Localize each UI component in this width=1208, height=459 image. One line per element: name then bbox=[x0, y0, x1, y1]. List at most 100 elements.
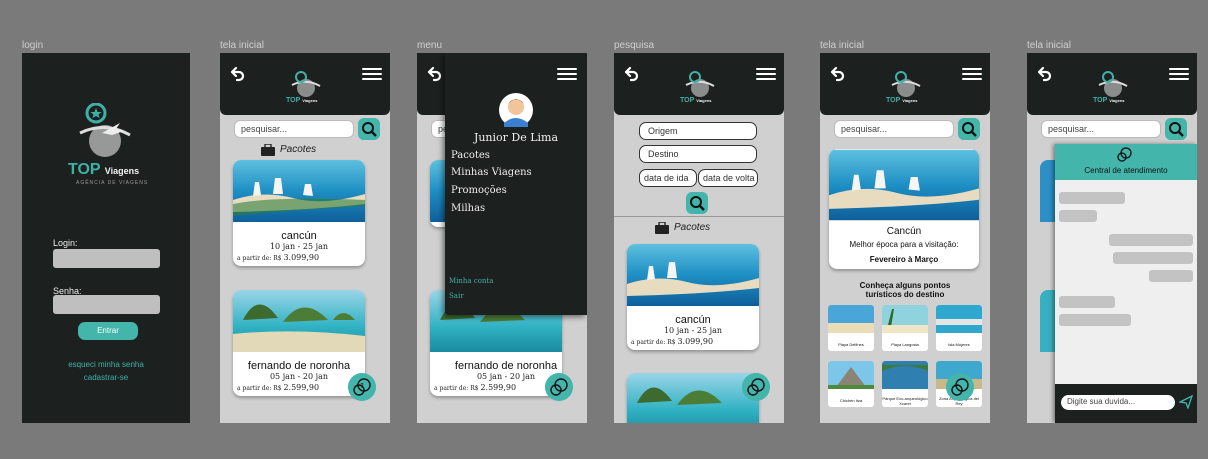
detail-screen: TOP Viagens pesquisar... Cancún Melhor é… bbox=[820, 53, 990, 423]
search-input[interactable]: pesquisar... bbox=[234, 120, 354, 138]
support-screen: TOP Viagens pesquisar... Central de aten… bbox=[1027, 53, 1197, 423]
spot-image bbox=[828, 305, 874, 333]
section-title: Pacotes bbox=[280, 144, 317, 155]
side-drawer: Junior De Lima Pacotes Minhas Viagens Pr… bbox=[445, 53, 587, 315]
price-value: 3.099,90 bbox=[283, 253, 320, 262]
register-link[interactable]: cadastrar-se bbox=[22, 373, 190, 382]
spot-card[interactable]: Playa Delfines bbox=[828, 305, 874, 351]
support-chat-panel: Central de atendimento Digite sua duvida… bbox=[1055, 144, 1197, 423]
package-card[interactable]: cancún 10 jan - 25 jan a partir de: R$ 3… bbox=[233, 160, 365, 266]
search-input[interactable]: pesquisar... bbox=[834, 120, 954, 138]
back-icon[interactable] bbox=[228, 65, 246, 83]
message-bubble bbox=[1113, 252, 1193, 264]
chat-support-icon[interactable] bbox=[946, 373, 974, 401]
message-bubble bbox=[1059, 314, 1131, 326]
back-icon[interactable] bbox=[425, 65, 443, 83]
logo-text: TOP Viagens bbox=[680, 97, 712, 104]
enter-button[interactable]: Entrar bbox=[78, 322, 138, 340]
chat-header: Central de atendimento bbox=[1055, 144, 1197, 180]
logo-icon bbox=[291, 71, 321, 97]
origin-field[interactable]: Origem bbox=[639, 122, 757, 140]
home-screen: TOP Viagens pesquisar... Pacotes cancún … bbox=[220, 53, 390, 423]
back-icon[interactable] bbox=[828, 65, 846, 83]
logo: TOP Viagens bbox=[1093, 71, 1133, 109]
package-price: a partir de: R$ 3.099,90 bbox=[627, 335, 759, 350]
package-name: cancún bbox=[675, 314, 711, 326]
search-icon[interactable] bbox=[686, 192, 708, 214]
spot-card[interactable]: Chichén Itzá bbox=[828, 361, 874, 407]
menu-item-pacotes[interactable]: Pacotes bbox=[451, 150, 490, 161]
hamburger-menu-icon[interactable] bbox=[1169, 65, 1189, 83]
menu-item-milhas[interactable]: Milhas bbox=[451, 203, 485, 214]
frame-label-support: tela inicial bbox=[1027, 40, 1071, 51]
brand-rest: Viagens bbox=[104, 166, 140, 176]
message-bubble bbox=[1059, 192, 1125, 204]
section-title: Pacotes bbox=[674, 222, 711, 233]
forgot-password-link[interactable]: esqueci minha senha bbox=[22, 360, 190, 369]
frame-label-search: pesquisa bbox=[614, 40, 655, 51]
spot-image bbox=[828, 361, 874, 389]
spot-card[interactable]: Parque Eco-arqueológico Xcaret bbox=[882, 361, 928, 407]
chat-support-icon[interactable] bbox=[742, 373, 770, 401]
package-dates: 05 jan - 20 jan bbox=[476, 372, 536, 381]
message-bubble bbox=[1059, 210, 1097, 222]
best-time-value: Fevereiro à Março bbox=[869, 255, 939, 264]
back-icon[interactable] bbox=[1035, 65, 1053, 83]
chat-input[interactable]: Digite sua duvida... bbox=[1061, 395, 1175, 410]
hamburger-menu-icon[interactable] bbox=[962, 65, 982, 83]
hamburger-menu-icon[interactable] bbox=[362, 65, 382, 83]
package-price: a partir de: R$ 2.599,90 bbox=[233, 381, 365, 396]
chat-support-icon[interactable] bbox=[545, 373, 573, 401]
send-icon[interactable] bbox=[1179, 395, 1193, 409]
cancun-image bbox=[233, 160, 365, 222]
top-bar: TOP Viagens bbox=[820, 53, 990, 115]
frame-label-home: tela inicial bbox=[220, 40, 264, 51]
brand-logo-icon bbox=[79, 103, 131, 157]
spot-name: Parque Eco-arqueológico Xcaret bbox=[882, 396, 928, 406]
chat-title: Central de atendimento bbox=[1084, 166, 1168, 175]
search-input[interactable]: pesquisar... bbox=[1041, 120, 1161, 138]
frame-label-menu: menu bbox=[417, 40, 443, 51]
destination-field[interactable]: Destino bbox=[639, 145, 757, 163]
brand-top: TOP bbox=[68, 161, 101, 178]
package-name: fernando de noronha bbox=[454, 360, 558, 372]
package-card[interactable]: fernando de noronha 05 jan - 20 jan a pa… bbox=[233, 290, 365, 396]
back-icon[interactable] bbox=[622, 65, 640, 83]
menu-item-promocoes[interactable]: Promoções bbox=[451, 185, 507, 196]
search-icon[interactable] bbox=[1165, 118, 1187, 140]
password-field[interactable] bbox=[53, 295, 160, 314]
price-value: 2.599,90 bbox=[283, 383, 320, 392]
briefcase-icon bbox=[261, 144, 275, 156]
logo-icon bbox=[685, 71, 715, 97]
user-name: Junior De Lima bbox=[473, 131, 559, 144]
hamburger-menu-icon[interactable] bbox=[756, 65, 776, 83]
avatar bbox=[499, 93, 533, 127]
spot-card[interactable]: Playa Langosta bbox=[882, 305, 928, 351]
search-icon[interactable] bbox=[358, 118, 380, 140]
logo-text: TOP Viagens bbox=[286, 97, 318, 104]
search-icon[interactable] bbox=[958, 118, 980, 140]
package-price: a partir de: R$ 3.099,90 bbox=[233, 251, 365, 266]
departure-date-field[interactable]: data de ida bbox=[639, 169, 697, 187]
chat-support-icon[interactable]: ? bbox=[348, 373, 376, 401]
package-card[interactable] bbox=[627, 373, 759, 423]
menu-item-minha-conta[interactable]: Minha conta bbox=[449, 277, 493, 285]
package-card[interactable]: cancún 10 jan - 25 jan a partir de: R$ 3… bbox=[627, 244, 759, 350]
cancun-image bbox=[627, 244, 759, 306]
divider bbox=[614, 216, 784, 217]
briefcase-icon bbox=[655, 222, 669, 234]
menu-item-sair[interactable]: Sair bbox=[449, 292, 464, 300]
brand-wordmark: TOP Viagens bbox=[68, 161, 139, 179]
noronha-image bbox=[627, 373, 759, 423]
best-time-label: Melhor época para a visitação: bbox=[849, 240, 959, 249]
menu-item-minhas-viagens[interactable]: Minhas Viagens bbox=[451, 167, 532, 178]
destination-card: Cancún Melhor época para a visitação: Fe… bbox=[829, 149, 979, 269]
hamburger-menu-icon[interactable] bbox=[557, 65, 577, 83]
top-bar: TOP Viagens bbox=[220, 53, 390, 115]
spot-name: Chichén Itzá bbox=[839, 398, 863, 403]
logo: TOP Viagens bbox=[886, 71, 926, 109]
return-date-field[interactable]: data de volta bbox=[698, 169, 758, 187]
package-dates: 10 jan - 25 jan bbox=[663, 326, 723, 335]
login-field[interactable] bbox=[53, 249, 160, 268]
spot-card[interactable]: Isla Mujeres bbox=[936, 305, 982, 351]
